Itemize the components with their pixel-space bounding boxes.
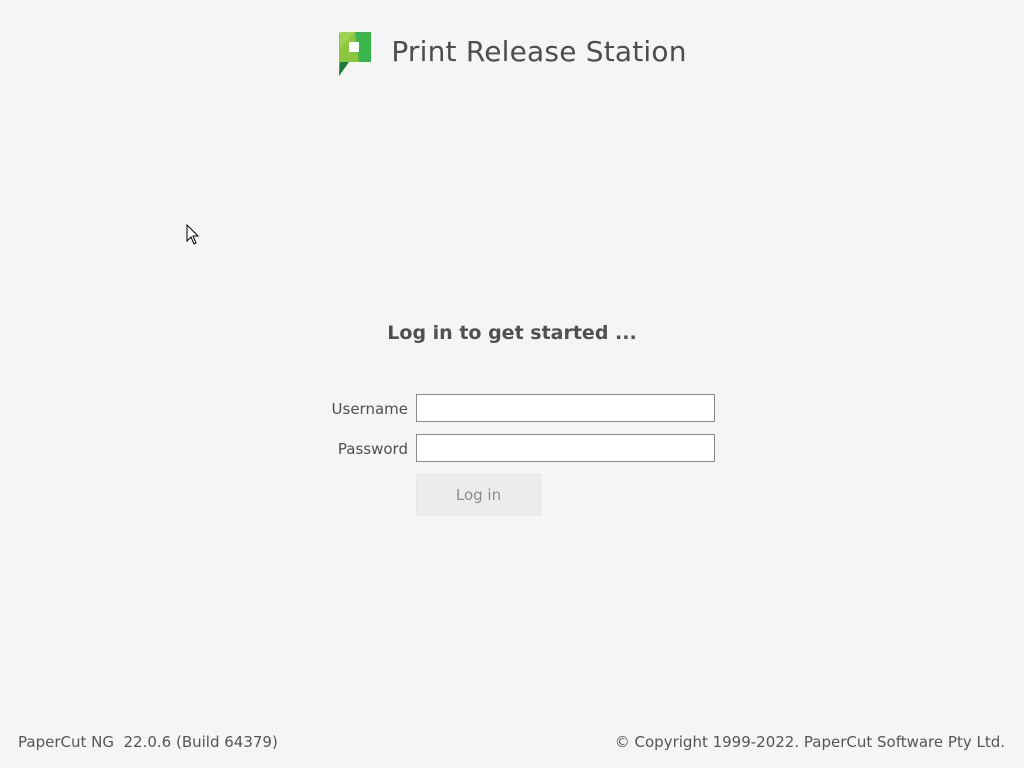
version-info: PaperCut NG 22.0.6 (Build 64379)	[18, 733, 278, 751]
papercut-logo-icon	[339, 32, 372, 76]
copyright-notice: © Copyright 1999-2022. PaperCut Software…	[614, 733, 1005, 751]
password-label: Password	[337, 440, 408, 458]
username-field[interactable]	[416, 394, 715, 422]
login-prompt: Log in to get started ...	[387, 322, 637, 344]
login-button[interactable]: Log in	[416, 474, 541, 516]
mouse-pointer-icon	[186, 224, 200, 245]
app-header: Print Release Station	[0, 26, 1024, 76]
username-label: Username	[331, 400, 408, 418]
password-row: Password	[0, 434, 1024, 462]
password-field[interactable]	[416, 434, 715, 462]
app-title: Print Release Station	[391, 34, 687, 68]
username-row: Username	[0, 394, 1024, 422]
